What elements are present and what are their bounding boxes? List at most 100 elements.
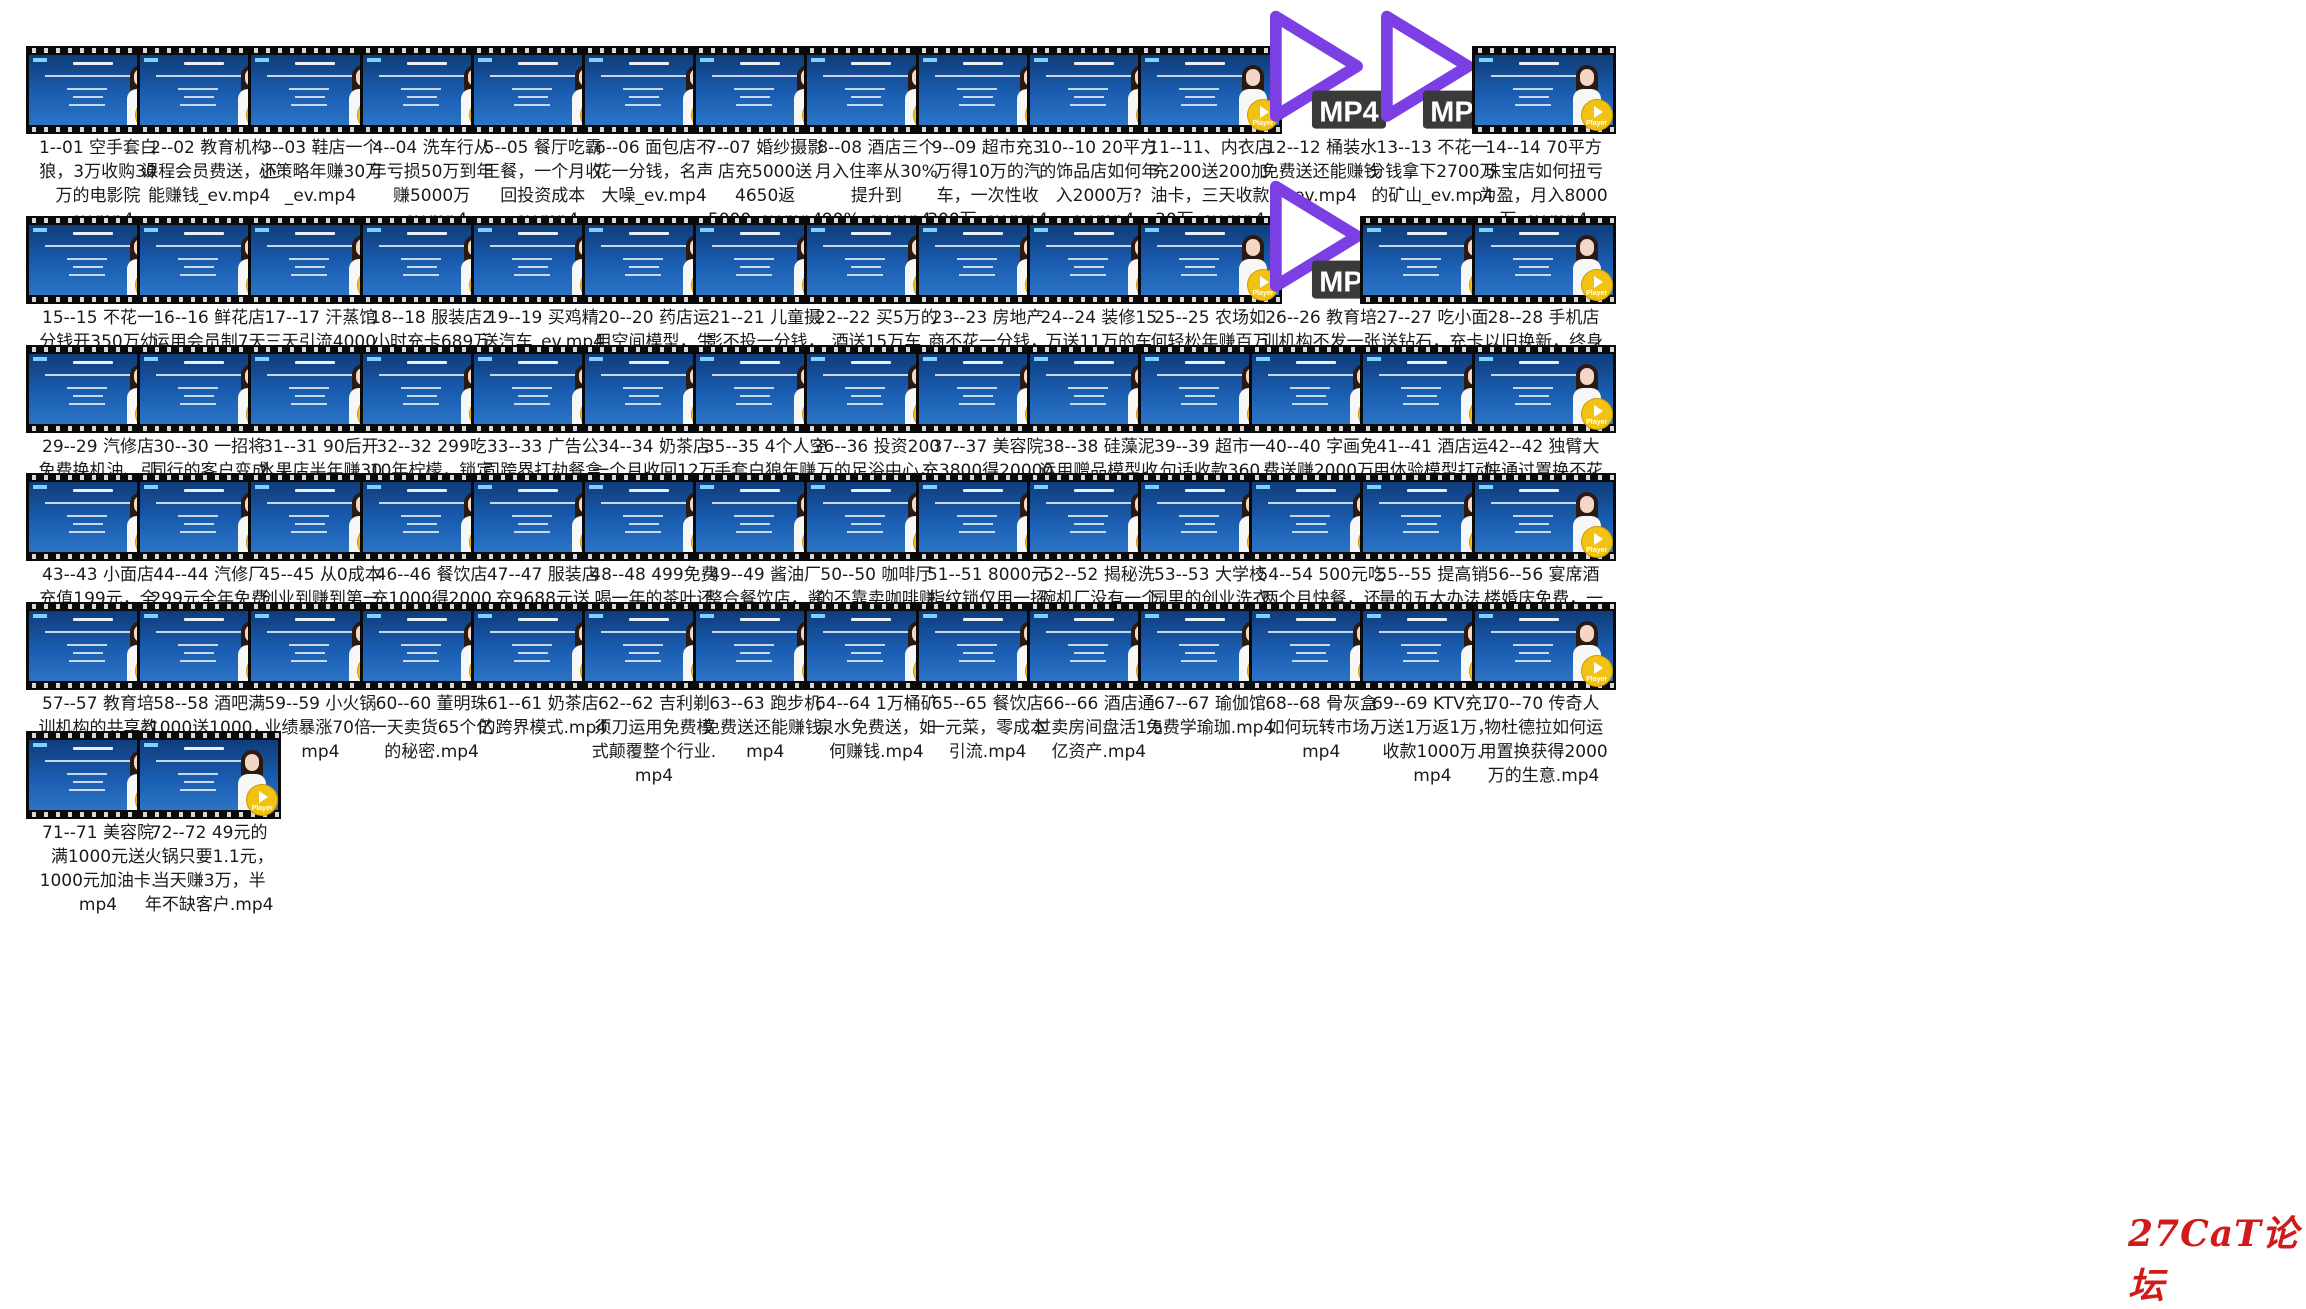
frame-text-line	[489, 374, 576, 376]
film-strip	[1471, 345, 1616, 354]
frame-text-line	[712, 374, 799, 376]
frame-title-bar	[406, 489, 447, 492]
frame-title-bar	[962, 489, 1003, 492]
frame-text-line	[156, 374, 243, 376]
frame-text-line	[178, 773, 219, 775]
watermark: 27CaT论坛	[2128, 1213, 2299, 1307]
frame-text-line	[1518, 652, 1549, 654]
frame-logo	[255, 228, 270, 232]
frame-logo	[922, 58, 937, 62]
frame-text-line	[1401, 387, 1442, 389]
frame-text-line	[1290, 644, 1331, 646]
frame-title-bar	[629, 361, 669, 364]
frame-title-bar	[851, 232, 892, 235]
frame-text-line	[623, 644, 663, 646]
frame-text-line	[625, 403, 661, 405]
frame-text-line	[601, 245, 687, 247]
frame-title-bar	[851, 62, 892, 65]
frame-logo	[811, 228, 826, 232]
frame-logo	[255, 485, 270, 489]
player-icon: Player	[1581, 656, 1612, 686]
file-thumbnail[interactable]: Player	[1471, 216, 1616, 304]
frame-text-line	[958, 104, 995, 106]
frame-logo	[366, 58, 381, 62]
frame-text-line	[1069, 403, 1106, 405]
frame-text-line	[156, 75, 243, 77]
frame-text-line	[601, 631, 687, 633]
frame-title-bar	[1185, 361, 1225, 364]
frame-text-line	[180, 274, 217, 276]
frame-logo	[1033, 58, 1048, 62]
frame-text-line	[851, 96, 882, 98]
frame-logo	[1145, 485, 1159, 489]
frame-text-line	[489, 502, 576, 504]
file-thumbnail[interactable]: Player	[1471, 602, 1616, 690]
frame-title-bar	[184, 232, 225, 235]
frame-text-line	[511, 258, 552, 260]
frame-title-bar	[1518, 232, 1559, 235]
frame-text-line	[400, 644, 441, 646]
frame-text-line	[629, 395, 659, 397]
video-thumbnail: Player	[1471, 345, 1616, 433]
frame-text-line	[1514, 660, 1551, 662]
frame-text-line	[847, 274, 884, 276]
frame-text-line	[1268, 374, 1355, 376]
frame-text-line	[1067, 88, 1108, 90]
frame-text-line	[289, 387, 330, 389]
frame-text-line	[823, 631, 910, 633]
frame-text-line	[406, 96, 437, 98]
frame-logo	[1033, 485, 1048, 489]
frame-text-line	[934, 374, 1021, 376]
frame-text-line	[1185, 652, 1215, 654]
frame-text-line	[1490, 374, 1577, 376]
frame-text-line	[740, 523, 771, 525]
frame-logo	[1367, 614, 1382, 618]
frame-title-bar	[1073, 618, 1114, 621]
frame-text-line	[267, 75, 354, 77]
file-thumbnail[interactable]: Player	[1471, 345, 1616, 433]
frame-title-bar	[73, 489, 113, 492]
frame-title-bar	[73, 232, 113, 235]
frame-text-line	[962, 96, 993, 98]
frame-text-line	[962, 395, 993, 397]
frame-text-line	[69, 531, 105, 533]
frame-logo	[1145, 228, 1159, 232]
frame-text-line	[1490, 631, 1577, 633]
frame-title-bar	[740, 618, 781, 621]
frame-text-line	[1181, 403, 1217, 405]
file-thumbnail[interactable]: Player	[137, 731, 282, 819]
frame-text-line	[178, 387, 219, 389]
frame-title-bar	[517, 232, 558, 235]
frame-text-line	[69, 104, 105, 106]
frame-text-line	[1512, 387, 1553, 389]
frame-title-bar	[1185, 489, 1225, 492]
frame-logo	[1033, 228, 1048, 232]
frame-text-line	[1045, 75, 1132, 77]
frame-text-line	[178, 258, 219, 260]
frame-text-line	[1157, 374, 1243, 376]
player-badge-label: Player	[251, 805, 273, 812]
frame-text-line	[823, 374, 910, 376]
frame-text-line	[1379, 502, 1466, 504]
player-badge-label: Player	[1586, 290, 1608, 297]
file-thumbnail[interactable]: Player	[1471, 46, 1616, 134]
frame-text-line	[1290, 515, 1331, 517]
file-thumbnail[interactable]: Player	[1471, 473, 1616, 561]
frame-title-bar	[629, 232, 669, 235]
frame-title-bar	[184, 361, 225, 364]
frame-text-line	[289, 515, 330, 517]
frame-text-line	[956, 258, 997, 260]
frame-title-bar	[517, 489, 558, 492]
film-strip	[1471, 46, 1616, 55]
frame-logo	[255, 58, 270, 62]
frame-text-line	[1045, 374, 1132, 376]
frame-title-bar	[851, 618, 892, 621]
frame-text-line	[1069, 274, 1106, 276]
frame-title-bar	[1518, 361, 1559, 364]
frame-text-line	[1181, 660, 1217, 662]
frame-text-line	[489, 631, 576, 633]
frame-logo	[1478, 228, 1493, 232]
frame-text-line	[734, 258, 775, 260]
frame-text-line	[1407, 395, 1438, 397]
frame-text-line	[962, 523, 993, 525]
